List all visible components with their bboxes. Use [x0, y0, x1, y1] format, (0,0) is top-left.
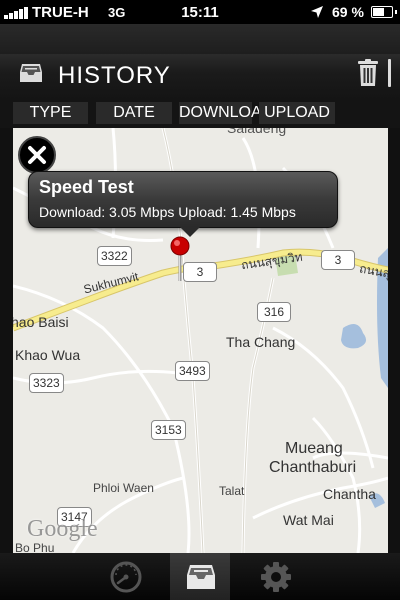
google-logo: Google	[27, 516, 98, 542]
close-icon	[28, 146, 46, 164]
route-shield-3-east: 3	[321, 250, 355, 270]
battery-icon	[371, 6, 397, 18]
map-label-mueang: Mueang	[285, 440, 343, 457]
settings-tab[interactable]	[245, 553, 305, 600]
map-label-chanthaburi: Chanthaburi	[269, 459, 357, 476]
map-pin-icon[interactable]	[168, 235, 192, 285]
route-shield-3493: 3493	[175, 361, 210, 381]
header-top-bar	[0, 24, 400, 55]
map-label-tha-chang: Tha Chang	[226, 334, 296, 350]
battery-percent: 69 %	[332, 4, 364, 20]
speed-test-callout[interactable]: Speed Test Download: 3.05 Mbps Upload: 1…	[28, 171, 338, 237]
map-label-khao-wua: Khao Wua	[15, 347, 81, 363]
route-shield-316: 316	[257, 302, 291, 322]
history-tray-icon	[187, 565, 215, 589]
callout-title: Speed Test	[39, 177, 134, 197]
map-label-baisi: hao Baisi	[13, 314, 69, 330]
map-label-wat-mai: Wat Mai	[283, 512, 334, 528]
callout-details: Download: 3.05 Mbps Upload: 1.45 Mbps	[39, 204, 296, 220]
map-label-saladeng: Saladeng	[227, 128, 287, 136]
status-bar: TRUE-H 3G 15:11 69 %	[0, 0, 400, 24]
column-upload[interactable]: UPLOAD	[259, 102, 335, 124]
header-divider	[388, 59, 391, 87]
map-label-chantha: Chantha	[323, 486, 376, 502]
close-button[interactable]	[18, 136, 56, 174]
page-title: HISTORY	[58, 62, 171, 89]
column-type[interactable]: TYPE	[13, 102, 88, 124]
gear-icon	[261, 562, 291, 592]
route-shield-3323: 3323	[29, 373, 64, 393]
trash-icon[interactable]	[357, 59, 379, 87]
header-bar: HISTORY	[0, 54, 400, 100]
route-shield-3153: 3153	[151, 420, 186, 440]
speedometer-icon	[110, 561, 142, 593]
map-label-talat: Talat	[219, 484, 245, 498]
column-download[interactable]: DOWNLOAD	[179, 102, 273, 124]
history-tab[interactable]	[170, 553, 230, 600]
column-date[interactable]: DATE	[96, 102, 172, 124]
route-shield-3322: 3322	[97, 246, 132, 266]
map-label-phloi-waen: Phloi Waen	[93, 481, 154, 495]
column-header-bar: TYPE DATE DOWNLOAD UPLOAD	[0, 100, 400, 128]
history-tray-icon	[20, 64, 42, 82]
bottom-toolbar	[0, 553, 400, 600]
location-arrow-icon	[311, 6, 323, 18]
speed-test-tab[interactable]	[95, 553, 155, 600]
